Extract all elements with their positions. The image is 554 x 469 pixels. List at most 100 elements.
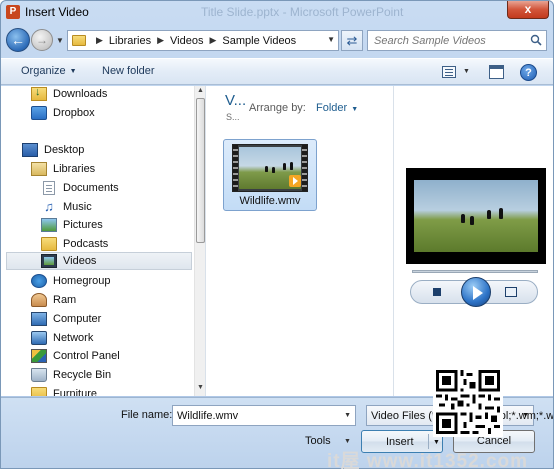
scroll-down-icon[interactable]: ▼ <box>197 384 204 391</box>
chevron-down-icon[interactable]: ▼ <box>344 438 351 445</box>
file-name-label: Wildlife.wmv <box>239 195 301 207</box>
arrange-by-label: Arrange by: <box>249 102 306 114</box>
sidebar-item-label: Control Panel <box>53 350 120 362</box>
sidebar-item-label: Videos <box>63 255 97 267</box>
bird-silhouette <box>272 167 275 173</box>
forward-button[interactable]: → <box>31 29 53 51</box>
seek-bar[interactable] <box>412 270 538 273</box>
main-area: Downloads Dropbox Desktop Libraries Docu… <box>1 86 553 396</box>
sidebar-item-libraries[interactable]: Libraries <box>31 160 95 178</box>
folder-icon <box>72 35 86 46</box>
arrange-by-dropdown[interactable]: Folder ▼ <box>316 102 358 114</box>
search-input[interactable] <box>368 31 518 50</box>
navigation-scrollbar[interactable]: ▲ ▼ <box>194 86 205 396</box>
sidebar-item-label: Desktop <box>44 144 85 156</box>
watermark-text: it屋 www.it1352.com <box>327 451 529 469</box>
sidebar-item-homegroup[interactable]: Homegroup <box>31 272 110 290</box>
breadcrumb-libraries[interactable]: Libraries <box>109 35 151 47</box>
sidebar-item-label: Podcasts <box>63 238 109 250</box>
sidebar-item-computer[interactable]: Computer <box>31 310 101 328</box>
navigation-pane: Downloads Dropbox Desktop Libraries Docu… <box>1 86 206 396</box>
sidebar-item-label: Libraries <box>53 163 96 175</box>
sidebar-item-desktop[interactable]: Desktop <box>22 141 84 159</box>
organize-button[interactable]: Organize ▼ <box>21 65 77 77</box>
folder-icon <box>31 387 47 396</box>
bird-silhouette <box>283 163 286 170</box>
sidebar-item-dropbox[interactable]: Dropbox <box>31 104 95 122</box>
scroll-up-icon[interactable]: ▲ <box>197 87 204 94</box>
close-button[interactable]: x <box>507 1 549 19</box>
powerpoint-icon: P <box>6 5 20 19</box>
recent-pages-chevron-down-icon[interactable]: ▼ <box>56 36 64 45</box>
bird-silhouette <box>265 166 268 172</box>
videos-icon <box>41 254 57 268</box>
dropbox-icon <box>31 106 47 120</box>
sidebar-item-recycle-bin[interactable]: Recycle Bin <box>31 366 111 384</box>
film-strip-edge <box>302 145 307 191</box>
user-icon <box>31 293 47 307</box>
sidebar-item-pictures[interactable]: Pictures <box>41 216 103 234</box>
sidebar-item-ram[interactable]: Ram <box>31 291 76 309</box>
search-icon[interactable] <box>530 34 542 46</box>
background-window-title: Title Slide.pptx - Microsoft PowerPoint <box>201 5 404 19</box>
new-folder-button[interactable]: New folder <box>102 65 155 77</box>
pictures-icon <box>41 218 57 232</box>
address-dropdown-chevron-down-icon[interactable]: ▼ <box>327 35 335 44</box>
play-overlay-icon <box>289 175 301 187</box>
title-bar: P Insert Video Title Slide.pptx - Micros… <box>1 1 553 23</box>
breadcrumb-sample-videos[interactable]: Sample Videos <box>222 35 296 47</box>
refresh-button[interactable]: ⇄ <box>341 30 363 51</box>
video-preview <box>406 168 546 264</box>
window-title: Insert Video <box>25 5 89 19</box>
libraries-icon <box>31 162 47 176</box>
file-list-pane: V... S... Arrange by: Folder ▼ Wildlife.… <box>207 86 393 396</box>
sidebar-item-label: Documents <box>63 182 119 194</box>
sidebar-item-furniture[interactable]: Furniture <box>31 385 97 396</box>
fullscreen-icon[interactable] <box>505 287 517 297</box>
sidebar-item-podcasts[interactable]: Podcasts <box>41 235 108 253</box>
sidebar-item-label: Recycle Bin <box>53 369 112 381</box>
preview-pane-icon[interactable] <box>489 65 504 79</box>
library-subtitle: S... <box>226 112 240 122</box>
file-name-input[interactable] <box>173 406 333 425</box>
scrollbar-thumb[interactable] <box>196 98 205 243</box>
breadcrumb-videos[interactable]: Videos <box>170 35 203 47</box>
help-icon[interactable]: ? <box>520 64 537 81</box>
breadcrumb-chevron-icon[interactable]: ▶ <box>96 35 103 46</box>
more-options-chevron-down-icon[interactable]: ▼ <box>463 68 470 75</box>
sidebar-item-music[interactable]: ♫ Music <box>41 198 92 216</box>
bird-silhouette <box>499 208 503 219</box>
breadcrumb-chevron-icon[interactable]: ▶ <box>209 35 216 46</box>
sidebar-item-label: Homegroup <box>53 275 111 287</box>
qr-code <box>433 367 503 437</box>
sidebar-item-control-panel[interactable]: Control Panel <box>31 347 120 365</box>
search-box[interactable] <box>367 30 547 51</box>
homegroup-icon <box>31 274 47 288</box>
sidebar-item-videos[interactable]: Videos <box>6 252 192 270</box>
file-name-combobox[interactable]: ▼ <box>172 405 356 426</box>
desktop-icon <box>22 143 38 157</box>
navigation-bar: ← → ▼ ▶ Libraries ▶ Videos ▶ Sample Vide… <box>1 25 553 55</box>
breadcrumb-chevron-icon[interactable]: ▶ <box>157 35 164 46</box>
back-button[interactable]: ← <box>6 28 30 52</box>
computer-icon <box>31 312 47 326</box>
play-icon[interactable] <box>461 277 491 307</box>
chevron-down-icon: ▼ <box>522 412 529 419</box>
file-item-wildlife[interactable]: Wildlife.wmv <box>223 139 317 211</box>
stop-icon[interactable] <box>433 288 441 296</box>
sidebar-item-network[interactable]: Network <box>31 329 93 347</box>
address-bar[interactable]: ▶ Libraries ▶ Videos ▶ Sample Videos ▼ <box>67 30 339 51</box>
bird-silhouette <box>461 214 465 223</box>
sidebar-item-documents[interactable]: Documents <box>41 179 119 197</box>
change-view-icon[interactable] <box>442 66 456 78</box>
network-icon <box>31 331 47 345</box>
chevron-down-icon[interactable]: ▼ <box>344 412 351 419</box>
sidebar-item-downloads[interactable]: Downloads <box>31 86 107 103</box>
documents-icon <box>43 181 55 195</box>
preview-pane <box>393 86 553 396</box>
preview-image <box>414 180 538 252</box>
chevron-down-icon[interactable]: ▼ <box>433 439 440 446</box>
arrange-by-value: Folder <box>316 102 348 114</box>
sidebar-item-label: Furniture <box>53 388 98 396</box>
qr-code-image <box>436 370 500 434</box>
